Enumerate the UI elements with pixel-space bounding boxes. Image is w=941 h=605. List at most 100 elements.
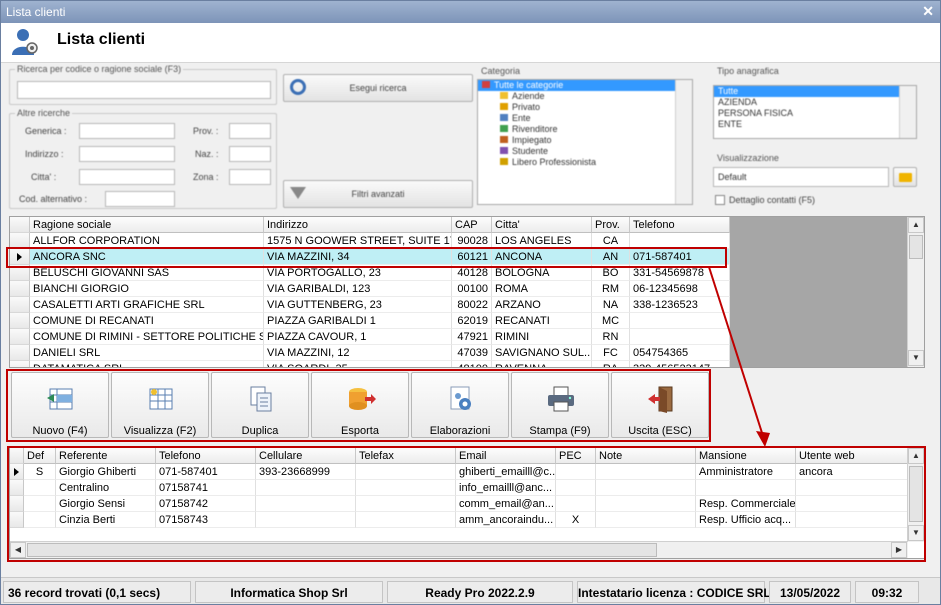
table-row[interactable]: BIANCHI GIORGIO VIA GARIBALDI, 123 00100 RO… xyxy=(10,281,730,297)
scroll-down-button[interactable]: ▼ xyxy=(908,350,924,366)
folder-button[interactable] xyxy=(893,167,917,187)
table-row[interactable]: COMUNE DI RECANATI PIAZZA GARIBALDI 1 6201… xyxy=(10,313,730,329)
view-table-icon xyxy=(145,383,177,415)
column-header[interactable]: Note xyxy=(596,448,696,464)
toolbar-button[interactable]: Stampa (F9) xyxy=(511,372,609,438)
column-header[interactable]: PEC xyxy=(556,448,596,464)
category-item[interactable]: Tutte le categorie xyxy=(478,80,692,91)
prov-input[interactable] xyxy=(229,123,271,139)
type-list[interactable]: Tutte AZIENDA PERSONA FISICA ENTE xyxy=(713,85,917,139)
category-item[interactable]: Libero Professionista xyxy=(478,157,692,168)
category-tree[interactable]: Tutte le categorie Aziende Privato Ente Rive… xyxy=(477,79,693,205)
clients-grid-scrollbar[interactable]: ▲ ▼ xyxy=(907,217,924,367)
advanced-filters-button[interactable]: Filtri avanzati xyxy=(283,180,473,208)
contacts-scroll-down[interactable]: ▼ xyxy=(908,525,924,541)
zone-input[interactable] xyxy=(229,169,271,185)
table-row[interactable]: BELUSCHI GIOVANNI SAS VIA PORTOGALLO, 23 4… xyxy=(10,265,730,281)
category-item[interactable]: Privato xyxy=(478,102,692,113)
column-header[interactable]: Mansione xyxy=(696,448,796,464)
column-header[interactable]: Prov. xyxy=(592,217,630,233)
toolbar-button[interactable]: Elaborazioni xyxy=(411,372,509,438)
table-row[interactable]: ALLFOR CORPORATION 1575 N GOOWER STREET, … xyxy=(10,233,730,249)
table-row[interactable]: COMUNE DI RIMINI - SETTORE POLITICHE S..… xyxy=(10,329,730,345)
type-item[interactable]: ENTE xyxy=(714,119,916,130)
category-item[interactable]: Ente xyxy=(478,113,692,124)
contact-row[interactable]: Centralino 07158741 info_emailll@anc... xyxy=(10,480,908,496)
toolbar-button[interactable]: Visualizza (F2) xyxy=(111,372,209,438)
category-item[interactable]: Rivenditore xyxy=(478,124,692,135)
title-bar: Lista clienti ✕ xyxy=(1,1,940,23)
scroll-thumb[interactable] xyxy=(909,235,923,259)
column-header[interactable]: Telefono xyxy=(156,448,256,464)
search-input[interactable] xyxy=(17,81,271,99)
scroll-right-button[interactable]: ▶ xyxy=(891,542,907,558)
table-cell: RECANATI xyxy=(492,313,592,329)
category-scrollbar[interactable] xyxy=(675,80,692,204)
table-cell: Centralino xyxy=(56,480,156,496)
country-input[interactable] xyxy=(229,146,271,162)
action-toolbar: Nuovo (F4) Visualizza (F2) Duplica Esporta E… xyxy=(9,371,709,440)
table-cell: VIA MAZZINI, 34 xyxy=(264,249,452,265)
row-indicator xyxy=(10,249,30,265)
contact-row[interactable]: S Giorgio Ghiberti 071-587401 393-23668999 g… xyxy=(10,464,908,480)
table-cell: DATAMATICA SRL xyxy=(30,361,264,367)
type-scrollbar[interactable] xyxy=(899,86,916,138)
column-header[interactable]: Email xyxy=(456,448,556,464)
toolbar-button[interactable]: Uscita (ESC) xyxy=(611,372,709,438)
column-header[interactable]: Def xyxy=(24,448,56,464)
type-item-label: PERSONA FISICA xyxy=(718,108,794,118)
address-input[interactable] xyxy=(79,146,175,162)
hscroll-thumb[interactable] xyxy=(27,543,657,557)
column-header[interactable]: Ragione sociale xyxy=(30,217,264,233)
generic-input[interactable] xyxy=(79,123,175,139)
contacts-checkbox[interactable] xyxy=(715,195,725,205)
contacts-grid-scrollbar[interactable]: ▲ ▼ xyxy=(907,448,924,542)
contacts-scroll-up[interactable]: ▲ xyxy=(908,448,924,464)
view-label: Visualizzazione xyxy=(715,153,781,163)
folder-icon xyxy=(500,136,508,143)
table-cell xyxy=(696,480,796,496)
column-header[interactable]: Telefono xyxy=(630,217,730,233)
category-item[interactable]: Studente xyxy=(478,146,692,157)
scroll-left-button[interactable]: ◀ xyxy=(10,542,26,558)
row-indicator xyxy=(10,233,30,249)
column-header[interactable]: Citta' xyxy=(492,217,592,233)
table-row[interactable]: CASALETTI ARTI GRAFICHE SRL VIA GUTTENBER… xyxy=(10,297,730,313)
column-header[interactable]: Cellulare xyxy=(256,448,356,464)
table-cell: Giorgio Sensi xyxy=(56,496,156,512)
view-select[interactable]: Default xyxy=(713,167,889,187)
search-button[interactable]: Esegui ricerca xyxy=(283,74,473,102)
column-header[interactable]: CAP xyxy=(452,217,492,233)
column-header[interactable]: Indirizzo xyxy=(264,217,452,233)
column-header[interactable]: Referente xyxy=(56,448,156,464)
generic-label: Generica : xyxy=(25,126,67,136)
type-item[interactable]: PERSONA FISICA xyxy=(714,108,916,119)
table-row[interactable]: ANCORA SNC VIA MAZZINI, 34 60121 ANCONA AN 07… xyxy=(10,249,730,265)
alt-code-input[interactable] xyxy=(105,191,175,207)
table-cell: ROMA xyxy=(492,281,592,297)
contact-row[interactable]: Cinzia Berti 07158743 amm_ancoraindu... X Re… xyxy=(10,512,908,528)
table-cell: VIA GARIBALDI, 123 xyxy=(264,281,452,297)
toolbar-button[interactable]: Esporta xyxy=(311,372,409,438)
type-item[interactable]: Tutte xyxy=(714,86,916,97)
contacts-hscrollbar[interactable]: ◀ ▶ xyxy=(10,541,908,558)
toolbar-button[interactable]: Duplica xyxy=(211,372,309,438)
category-item[interactable]: Aziende xyxy=(478,91,692,102)
type-item[interactable]: AZIENDA xyxy=(714,97,916,108)
table-cell: SAVIGNANO SUL... xyxy=(492,345,592,361)
scroll-up-button[interactable]: ▲ xyxy=(908,217,924,233)
contact-row[interactable]: Giorgio Sensi 07158742 comm_email@an... Res… xyxy=(10,496,908,512)
table-row[interactable]: DATAMATICA SRLVIA SOARDI, 3548100RAVENNA… xyxy=(10,361,730,367)
toolbar-button[interactable]: Nuovo (F4) xyxy=(11,372,109,438)
table-row[interactable]: DANIELI SRL VIA MAZZINI, 12 47039 SAVIGNANO… xyxy=(10,345,730,361)
column-header[interactable]: Utente web xyxy=(796,448,908,464)
table-cell xyxy=(630,233,730,249)
city-label: Citta' : xyxy=(31,172,57,182)
table-cell: 40128 xyxy=(452,265,492,281)
status-date: 13/05/2022 xyxy=(769,581,851,603)
contacts-scroll-thumb[interactable] xyxy=(909,466,923,522)
column-header[interactable]: Telefax xyxy=(356,448,456,464)
category-item[interactable]: Impiegato xyxy=(478,135,692,146)
close-icon[interactable]: ✕ xyxy=(922,3,934,20)
city-input[interactable] xyxy=(79,169,175,185)
